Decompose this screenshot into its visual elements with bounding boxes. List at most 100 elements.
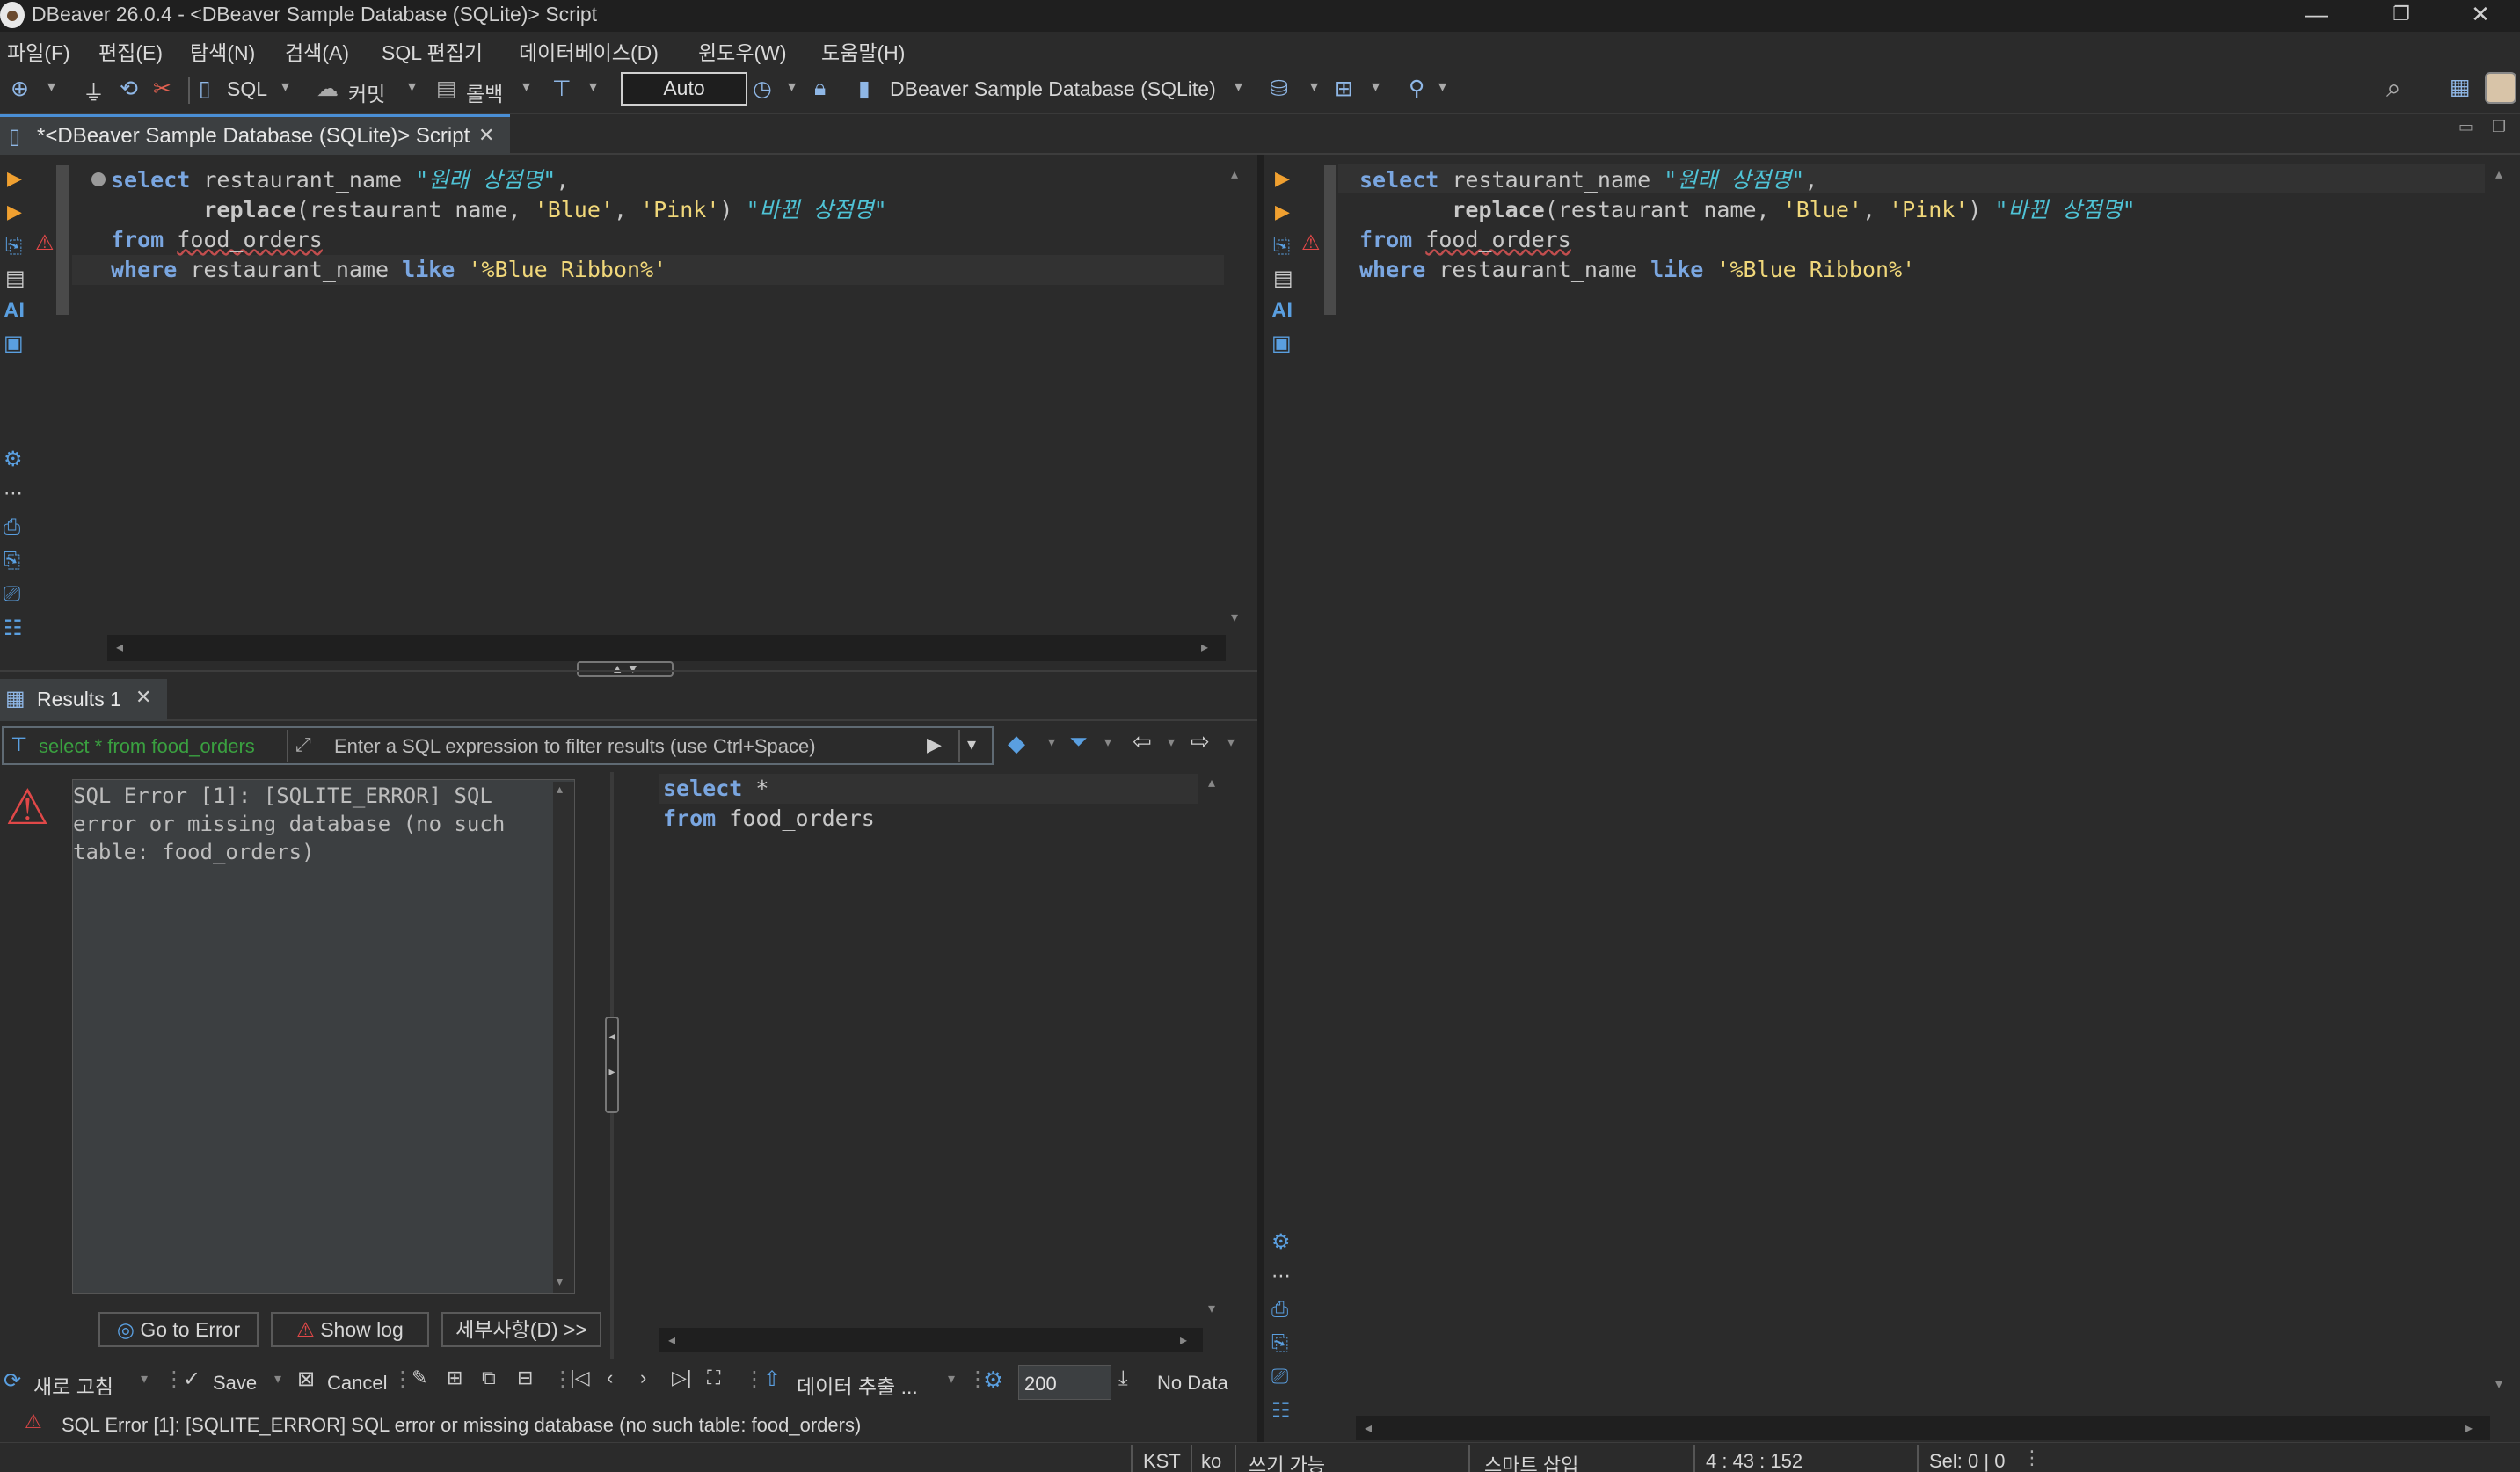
export-data-icon[interactable]: ⇧ <box>763 1366 781 1392</box>
menu-window[interactable]: 윈도우(W) <box>698 36 787 66</box>
splitter-handle[interactable]: ◂ ▸ <box>605 1017 619 1113</box>
save-button[interactable]: Save <box>213 1372 257 1395</box>
explain-plan-icon[interactable]: ⎘ <box>1273 234 1290 259</box>
error-message-box[interactable]: SQL Error [1]: [SQLITE_ERROR] SQL error … <box>72 779 575 1294</box>
splitter-handle[interactable]: ▲ ▼ <box>577 661 674 677</box>
more-icon[interactable]: ⋯ <box>1271 1264 1291 1287</box>
search-icon[interactable]: ⌕ <box>2386 74 2401 104</box>
export-icon[interactable]: ⎙ <box>4 515 20 540</box>
query-horizontal-scrollbar[interactable]: ◂ ▸ <box>659 1328 1203 1352</box>
active-datasource[interactable]: DBeaver Sample Database (SQLite) <box>890 77 1216 101</box>
code-line-4[interactable]: where restaurant_name like '%Blue Ribbon… <box>111 255 887 285</box>
sql-button[interactable]: SQL <box>227 77 267 101</box>
save-icon[interactable]: ✓ <box>183 1366 200 1392</box>
editor-horizontal-scrollbar[interactable]: ◂ ▸ <box>1356 1416 2490 1440</box>
refresh-icon[interactable]: ⟳ <box>4 1368 21 1394</box>
transaction-mode-box[interactable]: Auto <box>621 72 747 106</box>
filter-icon[interactable]: ⏷ <box>1069 728 1088 756</box>
code-line-1[interactable]: select restaurant_name "원래 상점명", <box>1359 165 2136 195</box>
dropdown-arrow-icon[interactable]: ▾ <box>281 77 289 96</box>
last-page-icon[interactable]: ▷| <box>672 1366 692 1389</box>
terminal-icon[interactable]: ▣ <box>1271 331 1292 356</box>
dropdown-arrow-icon[interactable]: ▾ <box>1048 733 1055 751</box>
dropdown-arrow-icon[interactable]: ▾ <box>1310 77 1318 96</box>
connect-icon[interactable]: ⏚ <box>83 76 105 107</box>
expand-icon[interactable]: ⤢ <box>295 733 311 756</box>
schema-icon[interactable]: ⛁ <box>1270 76 1288 102</box>
export-data-button[interactable]: 데이터 추출 ... <box>797 1370 918 1400</box>
minimize-button[interactable]: — <box>2277 0 2356 32</box>
execute-statement-icon[interactable]: ▶ <box>1275 167 1290 190</box>
dropdown-arrow-icon[interactable]: ▾ <box>948 1370 955 1388</box>
dropdown-arrow-icon[interactable]: ▾ <box>788 77 796 96</box>
add-row-icon[interactable]: ⊞ <box>447 1366 462 1389</box>
fold-marker-icon[interactable] <box>91 172 106 186</box>
editor-horizontal-scrollbar[interactable]: ◂ ▸ <box>107 635 1226 661</box>
close-button[interactable]: ✕ <box>2441 0 2520 32</box>
menu-navigate[interactable]: 탐색(N) <box>190 36 255 66</box>
forward-icon[interactable]: ⇨ <box>1191 728 1210 755</box>
lock-icon[interactable]: 🔒︎ <box>814 76 826 101</box>
code-line-3[interactable]: from food_orders <box>111 225 887 255</box>
dropdown-arrow-icon[interactable]: ▾ <box>522 77 530 96</box>
first-page-icon[interactable]: |◁ <box>570 1366 590 1389</box>
explain-plan-icon[interactable]: ⎘ <box>5 234 22 259</box>
export-icon[interactable]: ⎙ <box>1271 1298 1288 1323</box>
close-tab-icon[interactable]: ✕ <box>478 124 494 147</box>
menu-database[interactable]: 데이터베이스(D) <box>519 36 659 66</box>
edit-row-icon[interactable]: ✎ <box>412 1366 427 1389</box>
problem-icon[interactable]: ⎘ <box>4 549 20 573</box>
dropdown-arrow-icon[interactable]: ▾ <box>274 1370 281 1388</box>
details-button[interactable]: 세부사항(D) >> <box>441 1312 601 1347</box>
outline-icon[interactable]: ☷ <box>1271 1398 1291 1424</box>
problem-icon[interactable]: ⎘ <box>1271 1331 1288 1356</box>
sql-editor-right[interactable]: ▶ ▶ ⎘ ⚠ ▤ AI ▣ select restaurant_name "원… <box>1264 157 2520 1440</box>
menu-sql-editor[interactable]: SQL 편집기 <box>382 36 483 66</box>
settings-icon[interactable]: ⚙ <box>983 1366 1003 1394</box>
clear-filter-icon[interactable]: ◆ <box>1008 730 1025 757</box>
commit-button[interactable]: 커밋 <box>348 77 385 107</box>
find-icon[interactable]: ⚲ <box>1409 76 1424 102</box>
menu-edit[interactable]: 편집(E) <box>98 36 163 66</box>
dropdown-arrow-icon[interactable]: ▾ <box>1235 77 1242 96</box>
dropdown-arrow-icon[interactable]: ▾ <box>1438 77 1446 96</box>
code-line-1[interactable]: select restaurant_name "원래 상점명", <box>111 165 887 195</box>
maximize-view-icon[interactable]: ❐ <box>2492 118 2506 136</box>
next-page-icon[interactable]: › <box>640 1366 646 1389</box>
dropdown-arrow-icon[interactable]: ▾ <box>141 1370 148 1388</box>
outline-icon[interactable]: ☷ <box>4 616 23 641</box>
ai-assistant-icon[interactable]: AI <box>1271 299 1293 324</box>
previous-page-icon[interactable]: ‹ <box>607 1366 613 1389</box>
transaction-log-icon[interactable]: ◷ <box>753 76 772 102</box>
history-dropdown-icon[interactable]: ▾ <box>967 733 976 755</box>
new-connection-icon[interactable]: ⊕ <box>11 76 29 102</box>
dropdown-arrow-icon[interactable]: ▾ <box>408 77 416 96</box>
rollback-button[interactable]: 롤백 <box>466 77 503 107</box>
disconnect-icon[interactable]: ✂ <box>153 76 171 102</box>
load-plan-icon[interactable]: ▤ <box>5 266 25 291</box>
fit-icon[interactable]: ⛶ <box>707 1366 720 1389</box>
avatar[interactable] <box>2485 72 2516 104</box>
transaction-mode-icon[interactable]: ⊤ <box>552 76 572 102</box>
editor-vertical-scrollbar[interactable]: ▴ ▾ <box>2490 165 2516 1400</box>
execute-script-icon[interactable]: ▶ <box>7 200 22 223</box>
dropdown-arrow-icon[interactable]: ▾ <box>1168 733 1175 751</box>
code-line-4[interactable]: where restaurant_name like '%Blue Ribbon… <box>1359 255 2136 285</box>
code-line-3[interactable]: from food_orders <box>1359 225 2136 255</box>
terminal-icon[interactable]: ▣ <box>4 331 24 356</box>
dropdown-arrow-icon[interactable]: ▾ <box>1104 733 1111 751</box>
dropdown-arrow-icon[interactable]: ▾ <box>47 77 55 96</box>
minimize-view-icon[interactable]: ▭ <box>2458 118 2473 136</box>
show-log-button[interactable]: ⚠ Show log <box>271 1312 429 1347</box>
rollback-icon[interactable]: ▤ <box>436 76 457 102</box>
perspective-icon[interactable]: ▦ <box>2450 74 2471 100</box>
code-line-2[interactable]: replace(restaurant_name, 'Blue', 'Pink')… <box>1359 195 2135 225</box>
editor-vertical-scrollbar[interactable]: ▴ ▾ <box>1226 165 1252 633</box>
menu-help[interactable]: 도움말(H) <box>821 36 905 66</box>
refresh-button[interactable]: 새로 고침 <box>33 1370 113 1400</box>
settings-icon[interactable]: ⚙ <box>1271 1229 1291 1255</box>
variables-icon[interactable]: ⎚ <box>4 582 20 607</box>
tree-icon[interactable]: ⊞ <box>1335 76 1353 102</box>
copy-row-icon[interactable]: ⧉ <box>482 1366 496 1389</box>
load-plan-icon[interactable]: ▤ <box>1273 266 1293 291</box>
